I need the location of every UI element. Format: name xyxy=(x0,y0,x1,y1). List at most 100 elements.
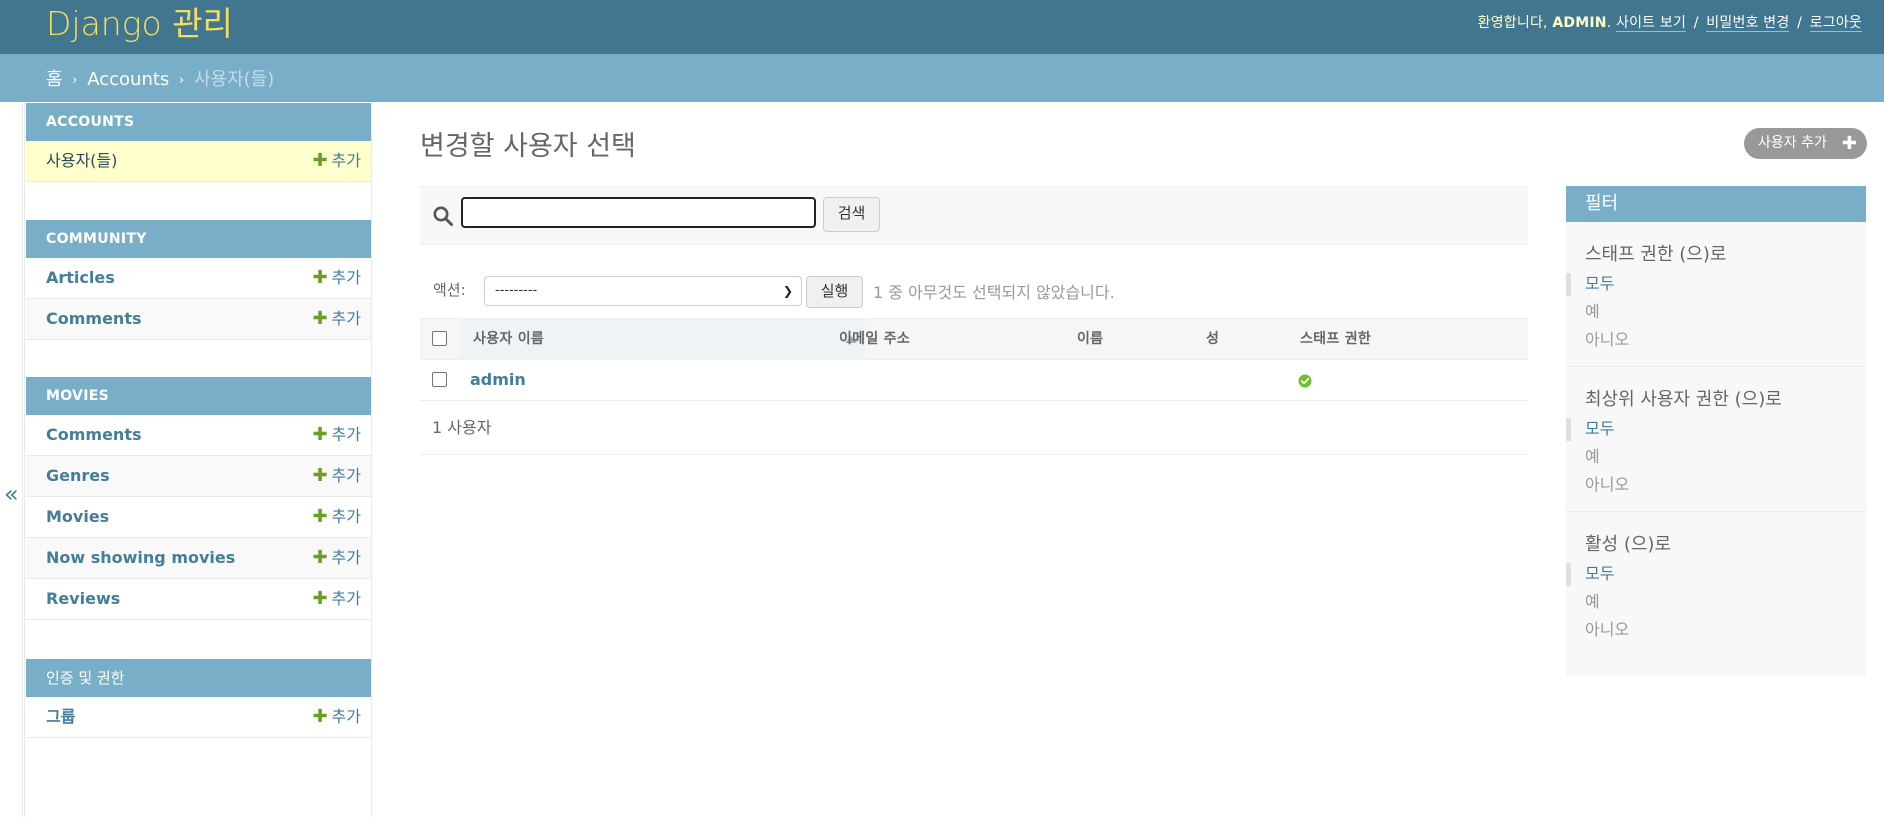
breadcrumb-app[interactable]: Accounts xyxy=(87,69,169,90)
column-header-email[interactable]: 이메일 주소 xyxy=(839,319,910,359)
filter-option-yes[interactable]: 예 xyxy=(1566,298,1866,326)
sidebar-item-label[interactable]: 사용자(들) xyxy=(46,141,117,181)
site-branding[interactable]: Django 관리 xyxy=(46,2,233,46)
filter-option-no[interactable]: 아니오 xyxy=(1566,326,1866,354)
plus-icon: ✚ xyxy=(1841,133,1857,154)
view-site-link[interactable]: 사이트 보기 xyxy=(1616,15,1687,32)
table-header-row: 사용자 이름 이메일 주소 이름 성 스태프 권한 xyxy=(420,318,1528,360)
breadcrumb: 홈 › Accounts › 사용자(들) xyxy=(0,54,1884,102)
username: ADMIN xyxy=(1552,15,1607,31)
plus-icon: ✚ xyxy=(312,267,328,288)
go-button[interactable]: 실행 xyxy=(806,276,863,308)
header: Django 관리 환영합니다, ADMIN. 사이트 보기 / 비밀번호 변경… xyxy=(0,0,1884,54)
welcome-text: 환영합니다, xyxy=(1477,15,1548,31)
add-movie-link[interactable]: ✚ 추가 xyxy=(312,497,361,537)
sidebar-item-groups: 그룹 ✚ 추가 xyxy=(26,697,371,738)
add-comment-link[interactable]: ✚ 추가 xyxy=(312,415,361,455)
sidebar-item-now-showing-movies: Now showing movies ✚ 추가 xyxy=(26,538,371,579)
column-header-last-name[interactable]: 성 xyxy=(1206,319,1219,359)
sidebar-item-reviews: Reviews ✚ 추가 xyxy=(26,579,371,620)
add-review-link[interactable]: ✚ 추가 xyxy=(312,579,361,619)
filter-option-yes[interactable]: 예 xyxy=(1566,443,1866,471)
filter-option-all[interactable]: 모두 xyxy=(1566,560,1866,588)
result-count: 1 사용자 xyxy=(432,418,492,437)
search-button[interactable]: 검색 xyxy=(823,197,880,232)
row-checkbox[interactable] xyxy=(432,372,447,387)
search-input[interactable] xyxy=(461,197,816,228)
user-tools: 환영합니다, ADMIN. 사이트 보기 / 비밀번호 변경 / 로그아웃 xyxy=(1477,15,1862,32)
sidebar-item-label[interactable]: Comments xyxy=(46,415,142,455)
filter-heading: 스태프 권한 (으)로 xyxy=(1585,244,1727,265)
filter-heading: 활성 (으)로 xyxy=(1585,534,1672,555)
app-caption[interactable]: ACCOUNTS xyxy=(26,103,371,141)
filter-option-no[interactable]: 아니오 xyxy=(1566,471,1866,499)
change-password-link[interactable]: 비밀번호 변경 xyxy=(1706,15,1790,32)
app-module-accounts: ACCOUNTS 사용자(들) ✚ 추가 xyxy=(26,103,371,182)
add-user-link[interactable]: ✚ 추가 xyxy=(312,141,361,181)
filter-option-yes[interactable]: 예 xyxy=(1566,588,1866,616)
sidebar-item-movies: Movies ✚ 추가 xyxy=(26,497,371,538)
sidebar-item-label[interactable]: Movies xyxy=(46,497,109,537)
chevron-down-icon: ❯ xyxy=(782,284,793,298)
sidebar-item-label[interactable]: Now showing movies xyxy=(46,538,235,578)
filter-option-all[interactable]: 모두 xyxy=(1566,270,1866,298)
search-toolbar: 검색 xyxy=(420,186,1528,245)
sidebar-item-label[interactable]: 그룹 xyxy=(46,697,75,737)
paginator: 1 사용자 xyxy=(420,402,1528,455)
filter-option-no[interactable]: 아니오 xyxy=(1566,616,1866,644)
sidebar-item-movie-comments: Comments ✚ 추가 xyxy=(26,415,371,456)
add-group-link[interactable]: ✚ 추가 xyxy=(312,697,361,737)
result-table: 사용자 이름 이메일 주소 이름 성 스태프 권한 admin xyxy=(420,318,1528,401)
sidebar-item-articles: Articles ✚ 추가 xyxy=(26,258,371,299)
app-caption[interactable]: MOVIES xyxy=(26,377,371,415)
page-title: 변경할 사용자 선택 xyxy=(420,131,636,162)
select-all-checkbox[interactable] xyxy=(432,331,447,346)
column-header-first-name[interactable]: 이름 xyxy=(1077,319,1103,359)
plus-icon: ✚ xyxy=(312,308,328,329)
search-icon xyxy=(433,206,453,226)
plus-icon: ✚ xyxy=(312,506,328,527)
actions-label: 액션: xyxy=(433,281,466,299)
add-user-button[interactable]: 사용자 추가 ✚ xyxy=(1744,128,1867,159)
logout-link[interactable]: 로그아웃 xyxy=(1809,15,1862,32)
filter-group-is-active: 활성 (으)로 모두 예 아니오 xyxy=(1566,512,1866,644)
add-comment-link[interactable]: ✚ 추가 xyxy=(312,299,361,339)
filter-group-is-superuser: 최상위 사용자 권한 (으)로 모두 예 아니오 xyxy=(1566,367,1866,512)
filter-title: 필터 xyxy=(1566,186,1866,222)
sidebar-item-users: 사용자(들) ✚ 추가 xyxy=(26,141,371,182)
app-caption[interactable]: 인증 및 권한 xyxy=(26,659,371,697)
plus-icon: ✚ xyxy=(312,547,328,568)
add-article-link[interactable]: ✚ 추가 xyxy=(312,258,361,298)
plus-icon: ✚ xyxy=(312,465,328,486)
filter-group-is-staff: 스태프 권한 (으)로 모두 예 아니오 xyxy=(1566,222,1866,367)
column-header-is-staff[interactable]: 스태프 권한 xyxy=(1300,319,1371,359)
sidebar-item-label[interactable]: Comments xyxy=(46,299,142,339)
plus-icon: ✚ xyxy=(312,706,328,727)
plus-icon: ✚ xyxy=(312,150,328,171)
filter-option-all[interactable]: 모두 xyxy=(1566,415,1866,443)
chevron-double-left-icon: « xyxy=(4,480,19,508)
add-genre-link[interactable]: ✚ 추가 xyxy=(312,456,361,496)
column-header-username[interactable]: 사용자 이름 xyxy=(460,319,865,359)
check-circle-icon xyxy=(1298,374,1312,388)
plus-icon: ✚ xyxy=(312,424,328,445)
action-counter: 1 중 아무것도 선택되지 않았습니다. xyxy=(873,283,1115,302)
sidebar-item-label[interactable]: Genres xyxy=(46,456,110,496)
toggle-nav-sidebar[interactable]: « xyxy=(0,103,23,817)
breadcrumb-current: 사용자(들) xyxy=(193,69,275,90)
changelist-filter: 필터 스태프 권한 (으)로 모두 예 아니오 최상위 사용자 권한 (으)로 … xyxy=(1566,186,1866,676)
app-module-community: COMMUNITY Articles ✚ 추가 Comments ✚ 추가 xyxy=(26,220,371,340)
nav-sidebar: ACCOUNTS 사용자(들) ✚ 추가 COMMUNITY Articles ✚… xyxy=(24,103,372,817)
breadcrumb-home[interactable]: 홈 xyxy=(46,69,63,90)
username-link[interactable]: admin xyxy=(470,360,526,400)
add-now-showing-link[interactable]: ✚ 추가 xyxy=(312,538,361,578)
app-module-movies: MOVIES Comments ✚ 추가 Genres ✚ 추가 Movies ✚ 추… xyxy=(26,377,371,620)
sidebar-item-label[interactable]: Reviews xyxy=(46,579,120,619)
table-row: admin xyxy=(420,360,1528,401)
app-caption[interactable]: COMMUNITY xyxy=(26,220,371,258)
sidebar-item-label[interactable]: Articles xyxy=(46,258,115,298)
filter-heading: 최상위 사용자 권한 (으)로 xyxy=(1585,389,1782,410)
plus-icon: ✚ xyxy=(312,588,328,609)
app-module-auth: 인증 및 권한 그룹 ✚ 추가 xyxy=(26,659,371,738)
action-select[interactable]: --------- ❯ xyxy=(484,276,802,306)
